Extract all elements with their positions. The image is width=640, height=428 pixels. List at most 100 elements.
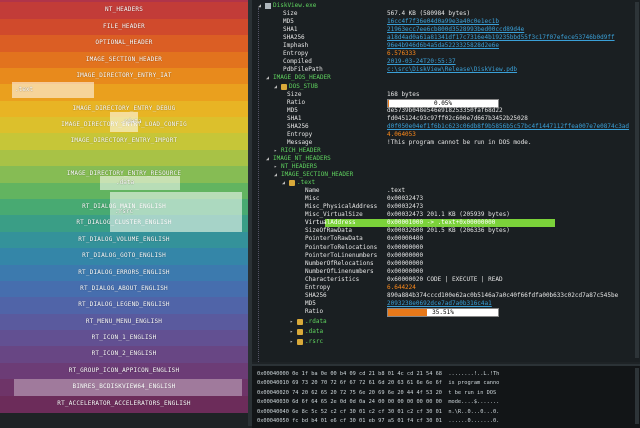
field-name: SHA256 (287, 122, 309, 130)
field-value: 2093238e0692dce7ad7a0b316c4a1 (387, 299, 492, 307)
field-value: 0x00032473 201.1 KB (205939 bytes) (387, 211, 510, 219)
tree-row[interactable]: PointerToRawData 0x00000400 (252, 235, 638, 243)
hex-row[interactable]: 0x00040000 0e 1f ba 0e 00 b4 09 cd 21 b8… (257, 370, 499, 379)
tree-row[interactable]: Entropy 4.064053 (252, 131, 638, 139)
field-name: MD5 (305, 299, 316, 307)
map-band-label: RT_DIALOG_ERRORS_ENGLISH (78, 268, 170, 276)
field-value: 0x00000000 (387, 251, 424, 259)
tree-row[interactable]: SHA256 d0f050e04ef1f6b1c623c06db8f9b5856b… (252, 123, 638, 131)
expand-icon[interactable]: ▸ (290, 338, 293, 346)
file-structure-map: DOS_STUBNT_HEADERSFILE_HEADEROPTIONAL_HE… (0, 0, 248, 426)
field-name: PointerToRelocations (305, 243, 378, 251)
field-name: SHA1 (287, 114, 302, 122)
tree-row[interactable]: MD5 de5739b048e546e918253350faf68d22 (252, 107, 638, 115)
collapse-icon[interactable]: ◢ (282, 179, 285, 187)
expand-icon[interactable]: ▸ (274, 163, 277, 171)
map-band-label: RT_DIALOG_GOTO_ENGLISH (82, 252, 166, 260)
expand-icon[interactable]: ▸ (290, 318, 293, 326)
collapse-icon[interactable]: ◢ (274, 171, 277, 179)
tree-root[interactable]: ◢ DiskView.exe (252, 2, 638, 10)
field-value: 0x00000000 (387, 259, 424, 267)
field-value: 0x00032473 (387, 195, 424, 203)
tree-row[interactable]: SHA256 a18d4ad0a61a81341df17c7316e4b19235… (252, 34, 638, 42)
tree-row[interactable]: Entropy 6.576333 (252, 50, 638, 58)
map-band[interactable] (0, 149, 248, 168)
tree-row[interactable]: Characteristics 0x60000020 CODE | EXECUTE… (252, 276, 638, 284)
tree-node[interactable]: ◢ IMAGE_SECTION_HEADER (252, 171, 638, 179)
tree-row[interactable]: Imphash 96e4b946d6b4a5da5223325828d2e6e (252, 42, 638, 50)
tree-row[interactable]: Size 168 bytes (252, 91, 638, 99)
expand-icon[interactable]: ▸ (274, 147, 277, 155)
hex-row[interactable]: 0x00040050 fc bd b4 01 e6 cf 30 01 eb 97… (257, 417, 499, 426)
field-name: Message (287, 138, 313, 146)
collapse-icon[interactable]: ◢ (274, 83, 277, 91)
tree-node[interactable]: ◢ DOS_STUB (252, 83, 638, 91)
field-value: 0x00032473 (387, 203, 424, 211)
field-name: .data (305, 328, 324, 335)
tree-row[interactable]: Name .text (252, 187, 638, 195)
map-band-label: RT_ACCELERATOR_ACCELERATORS_ENGLISH (57, 399, 191, 407)
tree-node[interactable]: ▸ .rsrc (252, 338, 638, 346)
collapse-icon[interactable]: ◢ (258, 2, 261, 10)
field-name: Size (287, 90, 302, 98)
tree-row[interactable]: PointerToLinenumbers 0x00000000 (252, 252, 638, 260)
tree-row[interactable]: VirtualAddress 0x00001000 -> .text+0x0000… (252, 219, 638, 228)
tree-row[interactable]: NumberOfLinenumbers 0x00000000 (252, 268, 638, 276)
selected-band-highlight (14, 379, 242, 396)
tree-row[interactable]: Size 567.4 KB (580984 bytes) (252, 10, 638, 18)
section-highlight[interactable] (100, 176, 180, 190)
tree-row[interactable]: Misc 0x00032473 (252, 195, 638, 203)
field-name: DiskView.exe (273, 2, 317, 9)
tree-row[interactable]: MD5 16cc4f7f36e04d0a99e3a40c0e1ec1b (252, 18, 638, 26)
field-value: a18d4ad0a61a81341df17c7316e4b19235bbd55f… (387, 34, 615, 42)
field-value: 2019-03-24T20:55:37 (387, 58, 456, 66)
tree-row[interactable]: MD5 2093238e0692dce7ad7a0b316c4a1 (252, 300, 638, 308)
tree-node[interactable]: ▸ .rdata (252, 318, 638, 326)
tree-node[interactable]: ▸ .data (252, 328, 638, 336)
tree-row[interactable]: PdbFilePath c:\src\DiskView\Release\DiskV… (252, 66, 638, 74)
tree-row[interactable]: Misc_PhysicalAddress 0x00032473 (252, 203, 638, 211)
tree-row[interactable]: Compiled 2019-03-24T20:55:37 (252, 58, 638, 66)
folder-icon (297, 339, 303, 346)
field-name: SHA256 (283, 34, 305, 42)
field-name: MD5 (287, 106, 298, 114)
tree-row[interactable]: SizeOfRawData 0x00032600 201.5 KB (206336… (252, 227, 638, 235)
map-band-label: RT_ICON_1_ENGLISH (91, 334, 157, 342)
field-name: NumberOfRelocations (305, 259, 374, 267)
field-name: Ratio (287, 98, 306, 106)
hex-row[interactable]: 0x00040020 74 20 62 65 20 72 75 6e 20 69… (257, 389, 499, 398)
field-name: Misc_VirtualSize (305, 211, 363, 219)
field-name: .rsrc (305, 338, 324, 346)
hex-row[interactable]: 0x00040010 69 73 20 70 72 6f 67 72 61 6d… (257, 379, 499, 388)
tree-scrollbar[interactable] (635, 2, 639, 358)
tree-row[interactable]: SHA1 21963ecc7ee6cb800d3528993bed00ccd89d… (252, 26, 638, 34)
field-value: 16cc4f7f36e04d0a99e3a40c0e1ec1b (387, 18, 499, 26)
tree-row[interactable]: Message !This program cannot be run in DO… (252, 139, 638, 147)
field-value: 168 bytes (387, 90, 420, 98)
tree-node[interactable]: ◢ IMAGE_NT_HEADERS (252, 155, 638, 163)
tree-node[interactable]: ◢ IMAGE_DOS_HEADER (252, 74, 638, 82)
hex-row[interactable]: 0x00040030 6d 6f 64 65 2e 0d 0d 0a 24 00… (257, 398, 499, 407)
hex-row[interactable]: 0x00040040 6e 8c 5c 52 c2 cf 30 01 c2 cf… (257, 408, 499, 417)
hex-scrollbar[interactable] (635, 368, 639, 424)
field-value: de5739b048e546e918253350faf68d22 (387, 106, 503, 114)
field-name: PdbFilePath (283, 66, 323, 74)
tree-row[interactable]: NumberOfRelocations 0x00000000 (252, 260, 638, 268)
section-label: .rsrc (115, 208, 134, 215)
tree-row[interactable]: Misc_VirtualSize 0x00032473 201.1 KB (205… (252, 211, 638, 219)
map-band-label: RT_GROUP_ICON_APPICON_ENGLISH (68, 366, 180, 374)
tree-node[interactable]: ◢ .text (252, 179, 638, 187)
tree-row[interactable]: PointerToRelocations 0x00000000 (252, 244, 638, 252)
map-band-label: RT_DIALOG_ABOUT_ENGLISH (80, 284, 168, 292)
collapse-icon[interactable]: ◢ (266, 74, 269, 82)
tree-row[interactable]: SHA1 fd045124c93c97ff02c600e7d667b3452b25… (252, 115, 638, 123)
expand-icon[interactable]: ▸ (290, 328, 293, 336)
collapse-icon[interactable]: ◢ (266, 155, 269, 163)
tree-row[interactable]: Entropy 6.644224 (252, 284, 638, 292)
section-label: .rdata (120, 118, 142, 125)
field-value: 0x00000400 (387, 235, 424, 243)
tree-node[interactable]: ▸ RICH_HEADER (252, 147, 638, 155)
field-name: Characteristics (305, 275, 360, 283)
tree-row[interactable]: SHA256 890a884b374cccd100e62ac0b5146a7a0c… (252, 292, 638, 300)
tree-node[interactable]: ▸ NT_HEADERS (252, 163, 638, 171)
